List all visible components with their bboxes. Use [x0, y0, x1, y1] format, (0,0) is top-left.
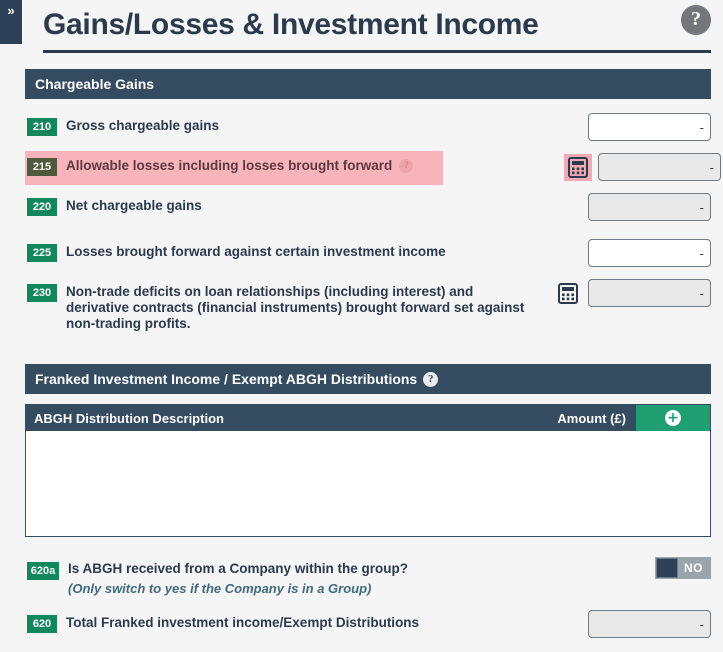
abgh-distributions-grid: ABGH Distribution Description Amount (£)…	[25, 404, 711, 537]
toggle-state-label: NO	[684, 561, 703, 575]
table-row: 225 Losses brought forward against certa…	[25, 237, 711, 271]
table-row: 620 Total Franked investment income/Exem…	[25, 608, 711, 642]
row-label: Losses brought forward against certain i…	[66, 244, 446, 259]
section-header-franked-investment-income: Franked Investment Income / Exempt ABGH …	[25, 364, 711, 394]
franked-income-rows: 620a Is ABGH received from a Company wit…	[25, 555, 711, 642]
section-header-chargeable-gains: Chargeable Gains	[25, 69, 711, 99]
row-controls	[588, 239, 711, 267]
row-label: Gross chargeable gains	[66, 118, 220, 133]
amount-input-215[interactable]	[598, 153, 721, 181]
amount-input-210[interactable]	[588, 113, 711, 141]
toggle-knob	[656, 558, 678, 578]
add-row-button[interactable]: +	[636, 405, 710, 431]
page-title: Gains/Losses & Investment Income	[43, 8, 539, 41]
calculator-icon	[558, 282, 578, 304]
row-label: Is ABGH received from a Company within t…	[68, 561, 409, 576]
plus-circle-icon: +	[665, 410, 681, 426]
title-divider	[43, 50, 711, 53]
box-number-badge: 230	[27, 284, 57, 302]
box-number-badge: 225	[27, 244, 57, 262]
box-number-badge: 620	[27, 615, 57, 633]
table-row: 230 Non-trade deficits on loan relations…	[25, 277, 711, 334]
amount-input-225[interactable]	[588, 239, 711, 267]
row-controls	[588, 113, 711, 141]
page-root: » Gains/Losses & Investment Income ? Cha…	[0, 0, 723, 652]
box-number-badge: 215	[27, 158, 57, 176]
chargeable-gains-rows: 210 Gross chargeable gains 215 Allowable…	[25, 111, 721, 334]
calculator-button[interactable]	[564, 153, 592, 181]
grid-body-empty	[26, 431, 710, 536]
box-number-badge: 210	[27, 118, 57, 136]
row-label: Net chargeable gains	[66, 198, 202, 213]
box-number-badge: 220	[27, 198, 57, 216]
calculator-icon	[568, 156, 588, 178]
section-title: Chargeable Gains	[35, 76, 155, 92]
row-label: Non-trade deficits on loan relationships…	[66, 284, 525, 331]
column-header-amount: Amount (£)	[557, 410, 626, 426]
row-controls	[588, 610, 711, 638]
grid-header-row: ABGH Distribution Description Amount (£)…	[26, 405, 710, 431]
amount-input-620[interactable]	[588, 610, 711, 638]
amount-input-230[interactable]	[588, 279, 711, 307]
row-label: Allowable losses including losses brough…	[66, 155, 443, 174]
content-area: Gains/Losses & Investment Income ? Charg…	[10, 0, 721, 652]
table-row: 215 Allowable losses including losses br…	[25, 151, 721, 185]
section-title: Franked Investment Income / Exempt ABGH …	[35, 371, 418, 387]
amount-input-220[interactable]	[588, 193, 711, 221]
row-label-text: Allowable losses including losses brough…	[66, 158, 393, 173]
row-controls	[588, 193, 711, 221]
box-number-badge: 620a	[27, 562, 59, 580]
row-controls	[554, 279, 711, 307]
section-help-icon[interactable]: ?	[423, 371, 439, 387]
row-note: (Only switch to yes if the Company is in…	[68, 581, 372, 596]
column-header-description: ABGH Distribution Description	[34, 410, 224, 426]
help-circle-glyph: ?	[691, 8, 701, 30]
abgh-group-toggle[interactable]: NO	[655, 557, 711, 579]
row-controls	[564, 153, 721, 181]
row-label: Total Franked investment income/Exempt D…	[66, 615, 420, 630]
page-header: Gains/Losses & Investment Income ?	[15, 0, 713, 50]
table-row: 620a Is ABGH received from a Company wit…	[25, 555, 711, 598]
table-row: 210 Gross chargeable gains	[25, 111, 711, 145]
calculator-button[interactable]	[554, 280, 582, 307]
table-row: 220 Net chargeable gains	[25, 191, 711, 225]
field-help-icon[interactable]: ?	[399, 159, 414, 174]
row-controls: NO	[655, 557, 711, 579]
help-circle-icon[interactable]: ?	[681, 5, 711, 35]
